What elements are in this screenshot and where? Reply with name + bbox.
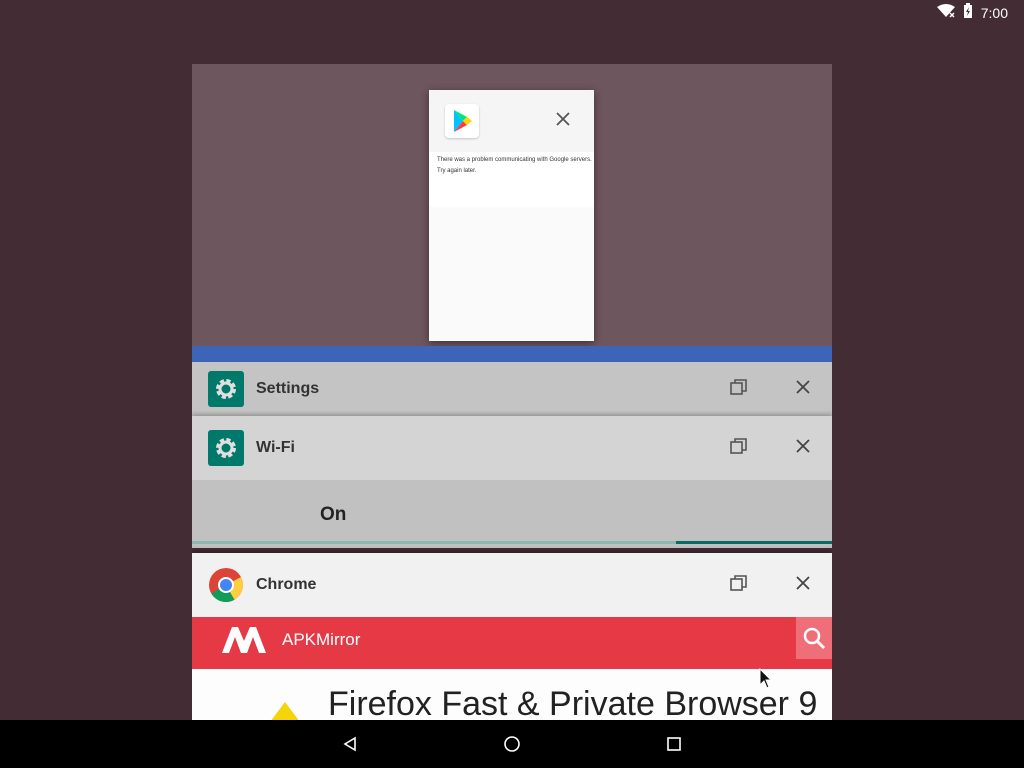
gear-icon xyxy=(208,371,244,407)
clock: 7:00 xyxy=(980,4,1008,21)
back-icon[interactable] xyxy=(338,732,362,756)
chrome-task-header[interactable]: Chrome xyxy=(192,553,832,617)
settings-task-header[interactable]: Settings xyxy=(192,362,832,416)
split-screen-icon[interactable] xyxy=(730,378,748,401)
play-store-task[interactable]: There was a problem communicating with G… xyxy=(192,64,832,346)
split-screen-icon[interactable] xyxy=(730,574,748,597)
page-heading: Firefox Fast & Private Browser 9 xyxy=(328,685,818,720)
close-icon[interactable] xyxy=(556,112,570,131)
task-title-settings: Settings xyxy=(256,380,320,397)
navigation-bar xyxy=(0,720,1024,768)
battery-charging-icon xyxy=(963,3,973,22)
mouse-pointer-icon xyxy=(759,667,773,695)
site-name: APKMirror xyxy=(282,630,361,649)
apkmirror-logo-icon xyxy=(222,627,272,658)
wifi-toggle-label: On xyxy=(320,504,347,525)
status-icons: 7:00 xyxy=(936,3,1008,22)
split-screen-icon[interactable] xyxy=(730,437,748,460)
task-title-chrome: Chrome xyxy=(256,576,317,593)
wifi-task-preview[interactable]: On xyxy=(192,480,832,548)
home-icon[interactable] xyxy=(500,732,524,756)
status-bar: 7:00 xyxy=(0,0,1024,24)
wifi-task-header[interactable]: Wi-Fi xyxy=(192,416,832,480)
google-play-icon xyxy=(445,104,479,138)
app-thumbnail-icon xyxy=(270,702,300,720)
task-title-wifi: Wi-Fi xyxy=(256,439,295,456)
recents-icon[interactable] xyxy=(662,732,686,756)
gear-icon xyxy=(208,430,244,466)
play-store-card-header xyxy=(429,90,594,152)
close-icon[interactable] xyxy=(796,575,810,595)
wifi-icon xyxy=(936,4,955,21)
search-icon[interactable] xyxy=(796,617,832,659)
close-icon[interactable] xyxy=(796,438,810,458)
hidden-task-strip[interactable] xyxy=(192,346,832,362)
progress-indicator xyxy=(676,541,832,544)
web-page-preview[interactable]: Firefox Fast & Private Browser 9 xyxy=(192,669,832,720)
recent-apps-stack[interactable]: There was a problem communicating with G… xyxy=(192,64,832,720)
play-store-card[interactable]: There was a problem communicating with G… xyxy=(429,90,594,341)
retry-text: Try again later. xyxy=(437,168,477,174)
error-message: There was a problem communicating with G… xyxy=(437,157,592,163)
apkmirror-toolbar[interactable]: APKMirror xyxy=(192,617,832,669)
close-icon[interactable] xyxy=(796,379,810,399)
chrome-icon xyxy=(208,567,244,603)
